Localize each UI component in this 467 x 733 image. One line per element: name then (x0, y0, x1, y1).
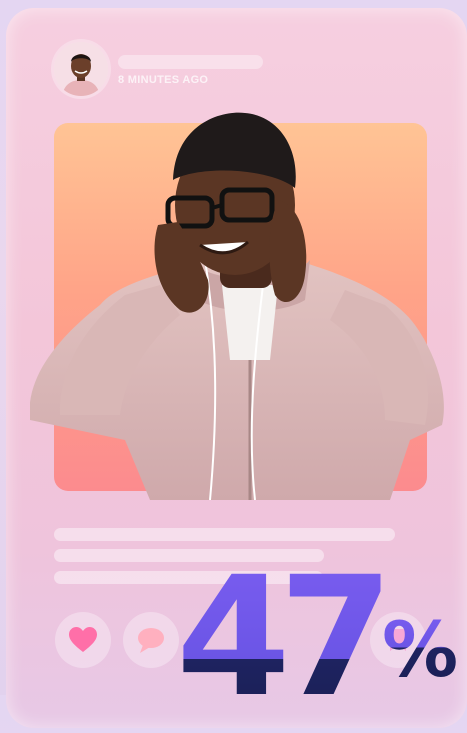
caption-line (54, 528, 395, 541)
avatar[interactable] (54, 42, 108, 96)
stat-percentage-unit: % (382, 605, 459, 694)
post-photo-person (30, 112, 444, 500)
username-placeholder (118, 55, 263, 69)
post-timestamp: 8 MINUTES AGO (118, 74, 209, 86)
like-button[interactable] (55, 612, 111, 668)
comment-button[interactable] (123, 612, 179, 668)
stat-percentage-number: 47 (176, 541, 394, 733)
avatar-portrait (54, 42, 108, 96)
heart-icon (69, 627, 97, 652)
chat-bubble-icon (138, 628, 164, 653)
